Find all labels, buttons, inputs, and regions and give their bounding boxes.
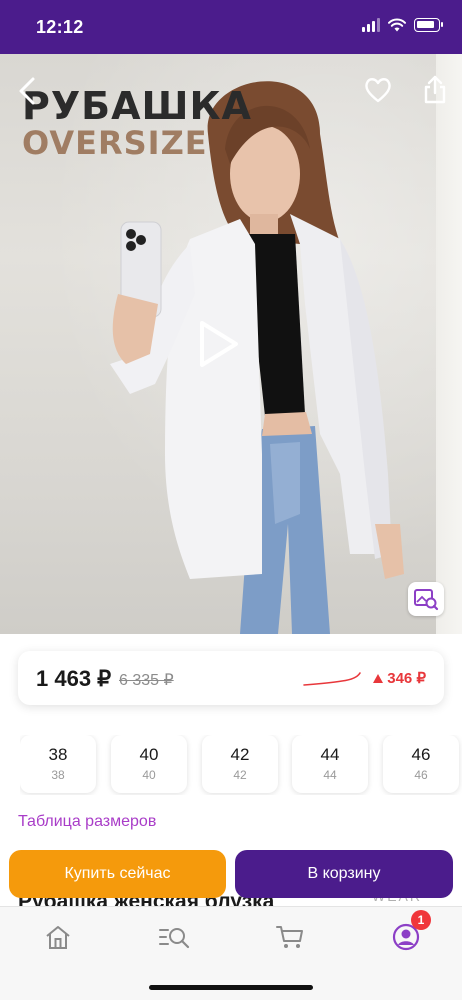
price-change-value: 346 ₽: [387, 670, 426, 687]
hero-title-line2: OVERSIZE: [22, 124, 208, 162]
signal-icon: [362, 18, 380, 32]
size-sublabel: 38: [51, 768, 65, 782]
size-option[interactable]: 40 40: [111, 735, 187, 793]
nav-cart[interactable]: [272, 921, 308, 953]
size-sublabel: 46: [414, 768, 428, 782]
size-selector: 38 38 40 40 42 42 44 44 46 46: [20, 735, 462, 795]
buy-now-button[interactable]: Купить сейчас: [9, 850, 226, 898]
wifi-icon: [388, 18, 406, 32]
play-icon: [200, 321, 238, 367]
price-card[interactable]: 1 463 ₽ 6 335 ₽ 346 ₽: [18, 651, 444, 705]
price-history-graph: [303, 672, 361, 686]
size-label: 38: [48, 745, 68, 764]
cart-icon: [276, 926, 303, 948]
status-time: 12:12: [36, 17, 84, 37]
arrow-up-icon: [373, 673, 384, 683]
size-option[interactable]: 44 44: [292, 735, 368, 793]
chevron-left-icon: [19, 77, 35, 105]
size-option[interactable]: 42 42: [202, 735, 278, 793]
size-option[interactable]: 46 46: [383, 735, 459, 793]
play-video-button[interactable]: [192, 316, 244, 372]
old-price: 6 335 ₽: [119, 672, 174, 689]
image-search-button[interactable]: [408, 582, 444, 616]
heart-icon: [365, 78, 391, 103]
status-bar: 12:12: [0, 0, 462, 54]
size-sublabel: 42: [233, 768, 247, 782]
home-indicator: [149, 985, 313, 990]
back-button[interactable]: [10, 74, 44, 108]
favorite-button[interactable]: [362, 74, 394, 106]
nav-catalog[interactable]: [156, 921, 192, 953]
catalog-search-icon: [159, 928, 190, 949]
share-icon: [424, 75, 446, 104]
size-label: 44: [320, 745, 340, 764]
hero-title-line1: РУБАШКА: [22, 84, 252, 128]
price-change: 346 ₽: [373, 669, 426, 687]
size-sublabel: 40: [142, 768, 156, 782]
size-option[interactable]: 38 38: [20, 735, 96, 793]
image-search-icon: [414, 589, 439, 611]
current-price: 1 463 ₽: [36, 666, 112, 691]
status-icons: [362, 18, 443, 32]
home-icon: [46, 926, 70, 949]
share-button[interactable]: [420, 72, 450, 106]
nav-home[interactable]: [40, 921, 76, 953]
battery-icon: [414, 18, 443, 32]
size-label: 46: [411, 745, 431, 764]
product-image[interactable]: РУБАШКА OVERSIZE: [0, 54, 462, 634]
notification-badge: 1: [411, 910, 431, 930]
size-label: 40: [139, 745, 159, 764]
size-table-link[interactable]: Таблица размеров: [18, 813, 156, 831]
size-label: 42: [230, 745, 250, 764]
add-to-cart-button[interactable]: В корзину: [235, 850, 453, 898]
size-sublabel: 44: [323, 768, 337, 782]
